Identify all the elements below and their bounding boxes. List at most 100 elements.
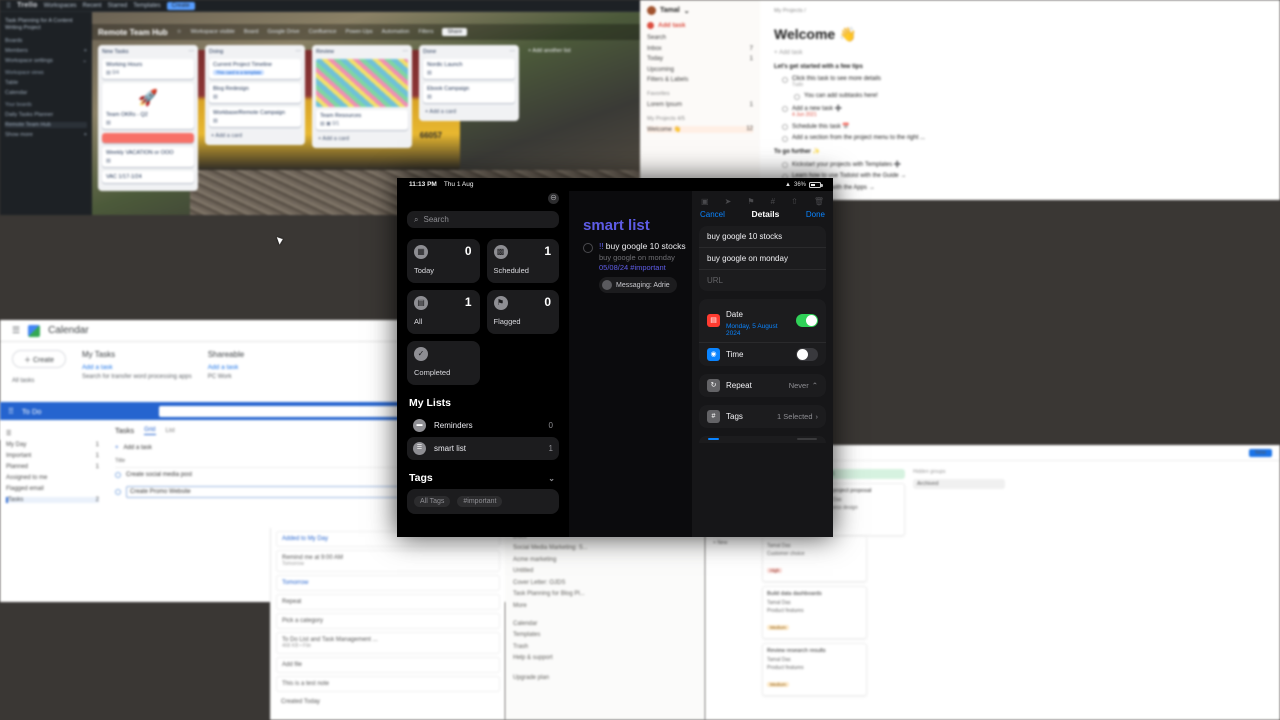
tab-list[interactable]: List <box>166 428 175 434</box>
trello-card[interactable]: Working Hours ▤ 0/4 <box>102 59 194 79</box>
row-date[interactable]: ▤ Date Monday, 5 August 2024 <box>699 299 826 343</box>
tile-completed[interactable]: ✓ Completed <box>407 341 480 385</box>
checkbox-icon[interactable] <box>115 472 121 478</box>
share-icon[interactable]: ⇧ <box>791 197 798 206</box>
todoist-task[interactable]: Schedule this task 📅 <box>782 123 1266 130</box>
todoist-task[interactable]: Learn how to use Todoist with the Guide … <box>782 173 1266 180</box>
done-button[interactable]: Done <box>806 210 825 219</box>
board-star-icon[interactable]: ☆ <box>177 29 182 35</box>
board-filters[interactable]: Filters <box>418 29 433 35</box>
detail-note[interactable]: This is a test note <box>276 676 500 692</box>
radio-unchecked-icon[interactable] <box>583 243 593 253</box>
notion-item[interactable]: Cover Letter: OJDS <box>513 580 697 586</box>
detail-repeat[interactable]: Repeat <box>276 594 500 610</box>
notion-upgrade[interactable]: Upgrade plan <box>513 675 697 681</box>
trello-sidebar-members[interactable]: Members + <box>5 48 87 54</box>
notion-item[interactable]: Calendar <box>513 621 697 627</box>
todoist-task[interactable]: Add a new task ➕ 4 Jun 2021 <box>782 105 1266 118</box>
sidebar-item-smart-list[interactable]: ☰ smart list 1 <box>407 437 559 460</box>
trello-board-daily[interactable]: Daily Tasks Planner <box>5 112 87 118</box>
notion-item[interactable]: Untitled <box>513 568 697 574</box>
mstodo-menu-icon[interactable]: ☰ <box>6 430 99 437</box>
flag-icon[interactable]: ⚑ <box>747 197 754 206</box>
notes-field[interactable]: buy google on monday <box>699 248 826 270</box>
title-field[interactable]: buy google 10 stocks <box>699 226 826 248</box>
trello-sidebar-boards[interactable]: Boards <box>5 38 87 44</box>
trello-view-table[interactable]: Table <box>5 80 87 86</box>
todoist-nav-upcoming[interactable]: Upcoming <box>647 67 753 73</box>
kanban-card[interactable]: Build data dashboards Tamal Das Product … <box>762 586 867 639</box>
todoist-favorite-item[interactable]: Lorem Ipsum 1 <box>647 102 753 108</box>
checkbox-icon[interactable] <box>782 106 788 112</box>
notion-item[interactable]: Task Planning for Blog Pl... <box>513 591 697 597</box>
hashtag-icon[interactable]: # <box>771 197 775 206</box>
todoist-task[interactable]: Kickstart your projects with Templates ➕ <box>782 161 1266 168</box>
details-next-card-peek[interactable] <box>699 436 826 443</box>
notion-item[interactable]: Trash <box>513 644 697 650</box>
board-share-button[interactable]: Share <box>442 28 468 36</box>
checkbox-icon[interactable] <box>115 489 121 495</box>
chevron-down-icon[interactable]: ⌄ <box>548 474 555 483</box>
row-repeat[interactable]: ↻ Repeat Never ⌃ <box>699 374 826 397</box>
collapse-sidebar-icon[interactable]: ⊖ <box>548 193 559 204</box>
notion-item[interactable]: More <box>513 603 697 609</box>
checkbox-icon[interactable] <box>782 77 788 83</box>
trello-card[interactable]: 🚀 Team OKRs - Q2 ▤ <box>102 83 194 129</box>
trello-create-button[interactable]: Create <box>166 1 195 10</box>
mstodo-nav-important[interactable]: Important 1 <box>6 453 99 459</box>
todoist-task[interactable]: Click this task to see more details Tudo <box>782 76 1266 88</box>
todoist-nav-search[interactable]: Search <box>647 35 753 41</box>
trello-add-list[interactable]: + Add another list <box>528 48 571 54</box>
url-field[interactable]: URL <box>699 270 826 291</box>
trello-view-calendar[interactable]: Calendar <box>5 90 87 96</box>
tile-today[interactable]: ▦ 0 Today <box>407 239 480 283</box>
todoist-nav-inbox[interactable]: Inbox 7 <box>647 46 753 52</box>
todoist-task[interactable]: Add a section from the project menu to t… <box>782 135 1266 142</box>
detail-category[interactable]: Pick a category <box>276 613 500 629</box>
trello-card-red[interactable] <box>102 133 194 143</box>
tag-all-tags[interactable]: All Tags <box>414 496 451 507</box>
detail-due-date[interactable]: Tomorrow <box>276 575 500 591</box>
trello-board-remote[interactable]: Remote Team Hub <box>5 122 87 128</box>
gcal-create-button[interactable]: ＋ Create <box>12 350 66 368</box>
trello-add-card[interactable]: + Add a card <box>316 134 408 144</box>
trello-card[interactable]: Team Resources ▤ ▣ 0/1 <box>316 110 408 130</box>
trello-card[interactable]: Current Project Timeline This card is a … <box>209 59 301 79</box>
gcal-add-task[interactable]: Add a task <box>208 364 244 371</box>
trello-card[interactable]: Nordic Launch ▤ <box>423 59 515 79</box>
mstodo-nav-planned[interactable]: Planned 1 <box>6 464 99 470</box>
search-input[interactable]: ⌕ Search <box>407 211 559 228</box>
kanban-card[interactable]: Review research results Tamal Das Produc… <box>762 643 867 696</box>
row-time[interactable]: ◉ Time <box>699 343 826 366</box>
detail-remind-me[interactable]: Remind me at 9:00 AM Tomorrow <box>276 550 500 572</box>
archived-chip[interactable]: Archived <box>913 479 1005 489</box>
row-tags[interactable]: # Tags 1 Selected › <box>699 405 826 428</box>
trello-card[interactable]: Ebook Campaign ▤ <box>423 83 515 103</box>
trello-card[interactable]: VAC 1/17-1/24 <box>102 171 194 183</box>
gcal-task[interactable]: Search for transfer word processing apps <box>82 374 192 380</box>
trello-add-card[interactable]: + Add a card <box>423 107 515 117</box>
trello-card[interactable]: Workbase/Remote Campaign ▤ <box>209 107 301 127</box>
board-powerup-drive[interactable]: Google Drive <box>268 29 300 35</box>
board-powerup-confluence[interactable]: Confluence <box>309 29 337 35</box>
kanban-new-button[interactable]: New <box>1248 448 1272 457</box>
trello-card[interactable]: Weekly VACATION or OOO ▤ <box>102 147 194 167</box>
mstodo-nav-assigned[interactable]: Assigned to me <box>6 475 99 481</box>
todoist-add-task-button[interactable]: Add task <box>647 22 753 29</box>
notion-item[interactable]: Help & support <box>513 655 697 661</box>
trello-show-more[interactable]: Show more + <box>5 132 87 138</box>
gcal-task[interactable]: PC Work <box>208 374 244 380</box>
detail-add-file[interactable]: Add file <box>276 657 500 673</box>
calendar-badge-icon[interactable]: ▣ <box>701 197 709 206</box>
board-visibility[interactable]: Workspace visible <box>191 29 235 35</box>
mstodo-nav-tasks[interactable]: Tasks 2 <box>6 497 99 503</box>
time-toggle[interactable] <box>796 348 818 361</box>
gcal-add-task[interactable]: Add a task <box>82 364 192 371</box>
todoist-nav-filters[interactable]: Filters & Labels <box>647 77 753 83</box>
notion-item[interactable]: Acme marketing <box>513 557 697 563</box>
mstodo-nav-my-day[interactable]: My Day 1 <box>6 442 99 448</box>
notion-item[interactable]: Social Media Marketing: S... <box>513 545 697 551</box>
trello-nav-starred[interactable]: Starred <box>108 3 128 9</box>
trello-add-card[interactable]: + Add a card <box>209 131 301 141</box>
tile-flagged[interactable]: ⚑ 0 Flagged <box>486 290 559 334</box>
